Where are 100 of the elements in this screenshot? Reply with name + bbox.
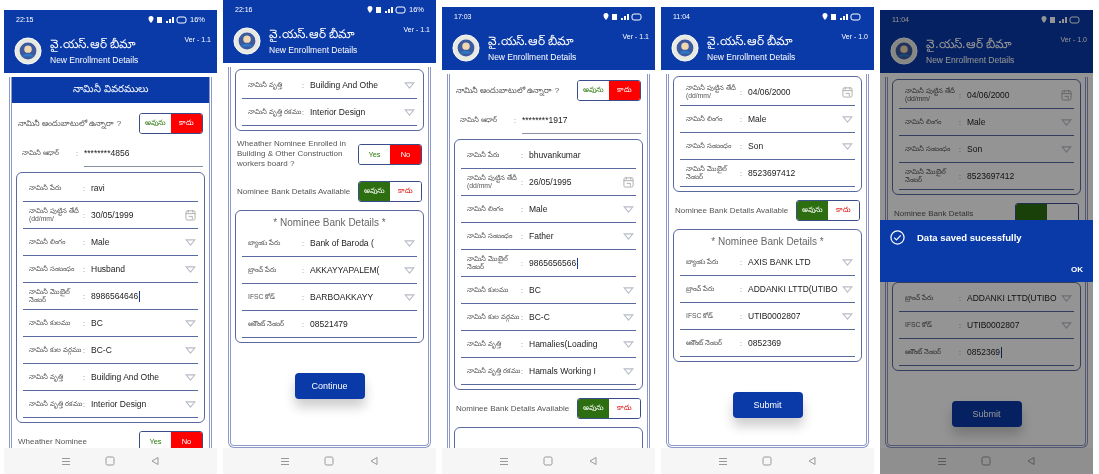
dialog-message: Data saved sucessfully	[917, 232, 1022, 243]
submit-button[interactable]: Submit	[732, 392, 803, 418]
dropdown-field[interactable]: BC-C	[529, 304, 634, 330]
ok-button[interactable]: OK	[1071, 265, 1083, 274]
submit-button[interactable]: Continue	[294, 373, 365, 399]
app-title: వై.యస్.ఆర్ బీమా	[488, 33, 576, 51]
dropdown-field[interactable]: Son	[748, 133, 853, 159]
menu-icon[interactable]	[718, 456, 729, 466]
date-field[interactable]: 04/06/2000	[748, 79, 853, 105]
back-triangle-icon[interactable]	[806, 456, 817, 466]
text-field[interactable]: 9865656566	[529, 250, 634, 276]
dropdown-field[interactable]: BC	[529, 277, 634, 303]
dropdown-arrow-icon	[404, 293, 415, 301]
dropdown-field[interactable]: ADDANKI LTTD(UTIBO	[748, 276, 853, 302]
dropdown-field[interactable]: Hamals Working I	[529, 358, 634, 384]
dropdown-field[interactable]: AKKAYYAPALEM(	[310, 257, 415, 283]
logo-emblem-icon	[233, 26, 261, 55]
home-square-icon[interactable]	[981, 456, 992, 466]
status-icons-drawing	[367, 4, 407, 14]
dropdown-field[interactable]: Son	[967, 136, 1072, 162]
text-field[interactable]: ravi	[91, 175, 196, 201]
question-label: Nominee Bank Details Available	[675, 205, 790, 216]
dropdown-field[interactable]: Interior Design	[91, 391, 196, 417]
back-triangle-icon[interactable]	[368, 456, 379, 466]
text-field[interactable]: 8523697412	[967, 163, 1072, 189]
text-field[interactable]: ********4856	[84, 139, 203, 167]
text-field[interactable]: 0852369	[967, 339, 1072, 365]
back-triangle-icon[interactable]	[1025, 456, 1036, 466]
app-title: వై.యస్.ఆర్ బీమా	[269, 26, 357, 44]
dropdown-field[interactable]: Hamalies(Loading	[529, 331, 634, 357]
back-triangle-icon[interactable]	[587, 456, 598, 466]
home-square-icon[interactable]	[324, 456, 335, 466]
dropdown-field[interactable]: BC-C	[91, 337, 196, 363]
submit-button[interactable]: Submit	[951, 401, 1022, 427]
menu-icon[interactable]	[499, 456, 510, 466]
section-header: నామినీ వివరములు	[12, 77, 209, 103]
text-field[interactable]: ********1917	[522, 106, 641, 134]
dropdown-field[interactable]: Building And Othe	[91, 364, 196, 390]
dropdown-field[interactable]: Interior Design	[310, 99, 415, 125]
dropdown-field[interactable]: Male	[967, 109, 1072, 135]
status-icons-drawing	[1041, 14, 1081, 24]
home-square-icon[interactable]	[762, 456, 773, 466]
question-label: Nominee Bank Details	[894, 208, 975, 219]
dropdown-arrow-icon	[623, 340, 634, 348]
dropdown-field[interactable]: UTIB0002807	[967, 312, 1072, 338]
dropdown-arrow-icon	[842, 258, 853, 266]
home-square-icon[interactable]	[543, 456, 554, 466]
back-triangle-icon[interactable]	[149, 456, 160, 466]
dropdown-field[interactable]: Male	[91, 229, 196, 255]
screen-subtitle: New Enrollment Details	[488, 51, 577, 62]
dropdown-arrow-icon	[185, 265, 196, 273]
date-field[interactable]: 26/05/1995	[529, 169, 634, 195]
logo-emblem-icon	[452, 33, 480, 62]
text-field[interactable]: 8986564646	[91, 283, 196, 309]
dropdown-field[interactable]: Husband	[91, 256, 196, 282]
dropdown-arrow-icon	[185, 346, 196, 354]
text-field[interactable]: 08521479	[310, 311, 415, 337]
calendar-icon	[1061, 89, 1072, 101]
dropdown-arrow-icon	[404, 239, 415, 247]
card-title: * Nominee Bank Details *	[272, 216, 387, 230]
dropdown-field[interactable]: Father	[529, 223, 634, 249]
question-label: Nominee Bank Details Available	[456, 403, 571, 414]
check-circle-icon	[890, 230, 905, 245]
dropdown-arrow-icon	[842, 285, 853, 293]
text-field[interactable]: 8523697412	[748, 160, 853, 186]
date-field[interactable]: 30/05/1999	[91, 202, 196, 228]
dropdown-field[interactable]: AXIS BANK LTD	[748, 249, 853, 275]
dropdown-arrow-icon	[185, 238, 196, 246]
menu-icon[interactable]	[280, 456, 291, 466]
dropdown-arrow-icon	[623, 367, 634, 375]
date-field[interactable]: 04/06/2000	[967, 82, 1072, 108]
dropdown-arrow-icon	[1061, 145, 1072, 153]
screen-subtitle: New Enrollment Details	[926, 54, 1015, 65]
screen-subtitle: New Enrollment Details	[707, 51, 796, 62]
dropdown-arrow-icon	[623, 232, 634, 240]
text-field[interactable]: 0852369	[748, 330, 853, 356]
dropdown-arrow-icon	[1061, 294, 1072, 302]
dropdown-arrow-icon	[404, 81, 415, 89]
dropdown-arrow-icon	[623, 286, 634, 294]
menu-icon[interactable]	[937, 456, 948, 466]
dropdown-arrow-icon	[185, 400, 196, 408]
dropdown-field[interactable]: BARBOAKKAYY	[310, 284, 415, 310]
dropdown-arrow-icon	[1061, 118, 1072, 126]
menu-icon[interactable]	[61, 456, 72, 466]
dropdown-arrow-icon	[404, 266, 415, 274]
dropdown-field[interactable]: Male	[748, 106, 853, 132]
status-icons-drawing	[148, 14, 188, 24]
question-label: Wheather Nominee Enrolled in Building & Other Construction workers board ?	[237, 139, 347, 169]
dropdown-field[interactable]: ADDANKI LTTD(UTIBO	[967, 285, 1072, 311]
home-square-icon[interactable]	[105, 456, 116, 466]
dropdown-arrow-icon	[404, 108, 415, 116]
dropdown-field[interactable]: UTIB0002807	[748, 303, 853, 329]
dropdown-field[interactable]: Male	[529, 196, 634, 222]
dropdown-arrow-icon	[842, 142, 853, 150]
logo-emblem-icon	[671, 33, 699, 62]
logo-emblem-icon	[890, 36, 918, 65]
text-field[interactable]: bhuvankumar	[529, 142, 634, 168]
dropdown-field[interactable]: Bank of Baroda (	[310, 230, 415, 256]
dropdown-field[interactable]: Building And Othe	[310, 72, 415, 98]
dropdown-field[interactable]: BC	[91, 310, 196, 336]
